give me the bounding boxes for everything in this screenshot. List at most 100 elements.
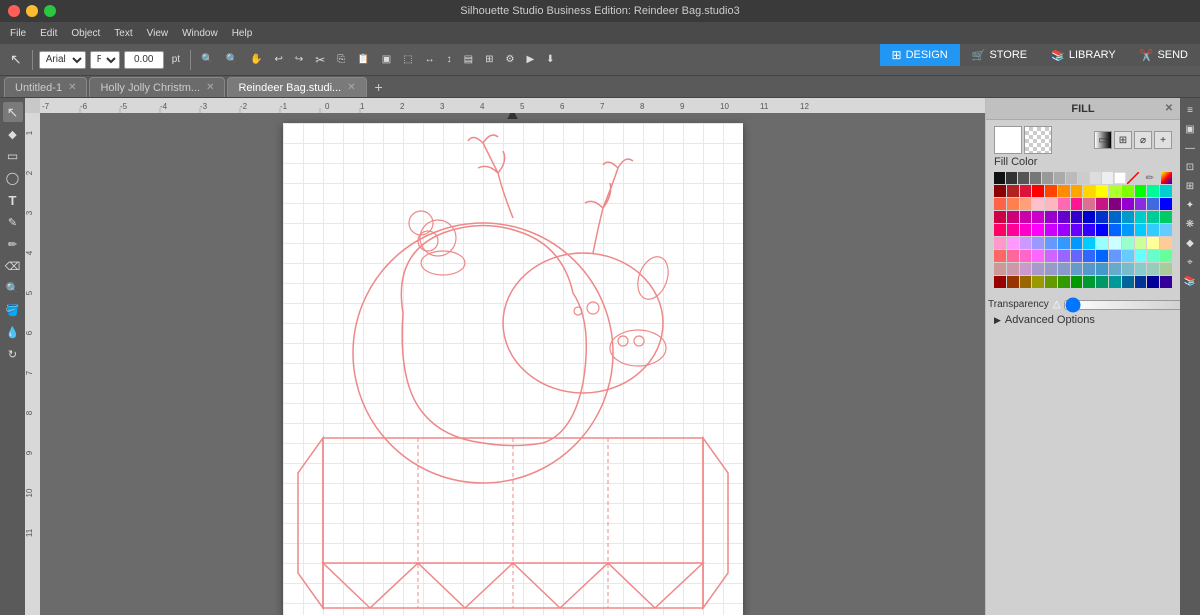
text-tool[interactable]: T (3, 190, 23, 210)
color-swatch[interactable] (1058, 198, 1070, 210)
eyedropper-color-tool[interactable]: ⌀ (1134, 131, 1152, 149)
nav-design-button[interactable]: ⊞ DESIGN (880, 44, 960, 66)
color-swatch[interactable] (1160, 237, 1172, 249)
color-swatch[interactable] (1007, 276, 1019, 288)
color-swatch[interactable] (1007, 185, 1019, 197)
color-swatch[interactable] (1160, 263, 1172, 275)
color-swatch[interactable] (1032, 224, 1044, 236)
color-swatch[interactable] (1135, 224, 1147, 236)
color-swatch[interactable] (1135, 250, 1147, 262)
menu-window[interactable]: Window (176, 26, 224, 41)
color-swatch[interactable] (1045, 198, 1057, 210)
download-icon[interactable]: ⬇ (542, 52, 558, 67)
color-swatch[interactable] (1083, 185, 1095, 197)
grid-icon[interactable]: ⊞ (481, 52, 497, 67)
color-swatch[interactable] (1083, 237, 1095, 249)
color-swatch[interactable] (1018, 172, 1029, 184)
color-swatch[interactable] (1147, 276, 1159, 288)
color-swatch[interactable] (1058, 237, 1070, 249)
pointedit-icon[interactable]: ◆ (1182, 235, 1198, 251)
color-swatch[interactable] (1109, 211, 1121, 223)
transparency-slider[interactable] (1064, 300, 1195, 310)
color-swatch[interactable] (1096, 276, 1108, 288)
color-swatch[interactable] (1007, 211, 1019, 223)
tab-reindeer-bag-close[interactable]: ✕ (347, 83, 355, 93)
eraser-tool[interactable]: ⌫ (3, 256, 23, 276)
color-swatch[interactable] (1122, 263, 1134, 275)
tab-holly-jolly-close[interactable]: ✕ (206, 83, 214, 93)
style-select[interactable]: Regular (90, 51, 120, 69)
color-swatch[interactable] (1045, 237, 1057, 249)
menu-help[interactable]: Help (226, 26, 259, 41)
color-swatch[interactable] (1122, 198, 1134, 210)
copy-icon[interactable]: ⎘ (333, 52, 349, 67)
color-swatch[interactable] (1109, 276, 1121, 288)
color-swatch[interactable] (1147, 263, 1159, 275)
menu-view[interactable]: View (141, 26, 175, 41)
color-swatch[interactable] (1127, 172, 1139, 184)
group-icon[interactable]: ▣ (378, 52, 395, 67)
node-tool[interactable]: ◆ (3, 124, 23, 144)
color-swatch[interactable] (1071, 224, 1083, 236)
ungroup-icon[interactable]: ⬚ (399, 52, 416, 67)
color-swatch[interactable] (1020, 211, 1032, 223)
color-swatch[interactable] (1045, 211, 1057, 223)
color-swatch[interactable] (1160, 250, 1172, 262)
color-swatch[interactable] (1096, 211, 1108, 223)
foreground-swatch[interactable] (994, 126, 1022, 154)
color-swatch[interactable] (1096, 224, 1108, 236)
color-swatch[interactable] (1020, 250, 1032, 262)
gradient-tool[interactable]: ▭ (1094, 131, 1112, 149)
tool-cursor-icon[interactable]: ↖ (6, 49, 26, 70)
color-swatch[interactable] (1102, 172, 1113, 184)
menu-edit[interactable]: Edit (34, 26, 63, 41)
color-swatch[interactable] (1045, 250, 1057, 262)
color-swatch[interactable] (1071, 185, 1083, 197)
color-swatch[interactable] (994, 224, 1006, 236)
align-icon[interactable]: ⊞ (1182, 178, 1198, 194)
color-swatch[interactable] (1020, 185, 1032, 197)
color-swatch[interactable] (1058, 224, 1070, 236)
color-swatch[interactable] (1058, 185, 1070, 197)
color-swatch[interactable] (1020, 237, 1032, 249)
color-swatch[interactable] (994, 250, 1006, 262)
color-swatch[interactable] (1071, 198, 1083, 210)
zoom-tool[interactable]: 🔍 (3, 278, 23, 298)
color-swatch[interactable] (1147, 237, 1159, 249)
color-swatch[interactable] (1083, 276, 1095, 288)
color-swatch[interactable] (1032, 185, 1044, 197)
color-swatch[interactable] (1045, 185, 1057, 197)
color-swatch[interactable] (1090, 172, 1101, 184)
color-swatch[interactable] (1006, 172, 1017, 184)
nav-send-button[interactable]: ✂️ SEND (1128, 44, 1200, 66)
color-swatch[interactable] (1032, 276, 1044, 288)
minimize-button[interactable] (26, 5, 38, 17)
color-swatch[interactable] (1109, 237, 1121, 249)
color-swatch[interactable] (1147, 250, 1159, 262)
pan-icon[interactable]: ✋ (246, 52, 266, 67)
menu-object[interactable]: Object (65, 26, 106, 41)
color-swatch[interactable] (1071, 250, 1083, 262)
undo-icon[interactable]: ↩ (270, 52, 286, 67)
color-swatch[interactable] (1122, 237, 1134, 249)
color-swatch[interactable] (994, 172, 1005, 184)
color-swatch[interactable] (1045, 276, 1057, 288)
color-swatch[interactable] (1147, 211, 1159, 223)
color-swatch[interactable] (994, 276, 1006, 288)
stroke-icon[interactable]: — (1182, 140, 1198, 156)
color-swatch[interactable] (1109, 263, 1121, 275)
cut-icon[interactable]: ✂ (311, 51, 329, 69)
color-swatch[interactable] (1032, 198, 1044, 210)
tab-untitled-close[interactable]: ✕ (68, 83, 76, 93)
tab-untitled[interactable]: Untitled-1 ✕ (4, 77, 87, 97)
tab-add-button[interactable]: + (369, 77, 389, 97)
color-swatch[interactable] (1058, 263, 1070, 275)
effects-icon[interactable]: ✦ (1182, 197, 1198, 213)
color-swatch[interactable] (1058, 250, 1070, 262)
color-swatch[interactable] (1083, 263, 1095, 275)
zoom-out-icon[interactable]: 🔍 (222, 52, 242, 67)
color-swatch[interactable] (1042, 172, 1053, 184)
color-swatch[interactable] (1122, 211, 1134, 223)
color-swatch[interactable] (1096, 185, 1108, 197)
color-swatch[interactable] (994, 263, 1006, 275)
